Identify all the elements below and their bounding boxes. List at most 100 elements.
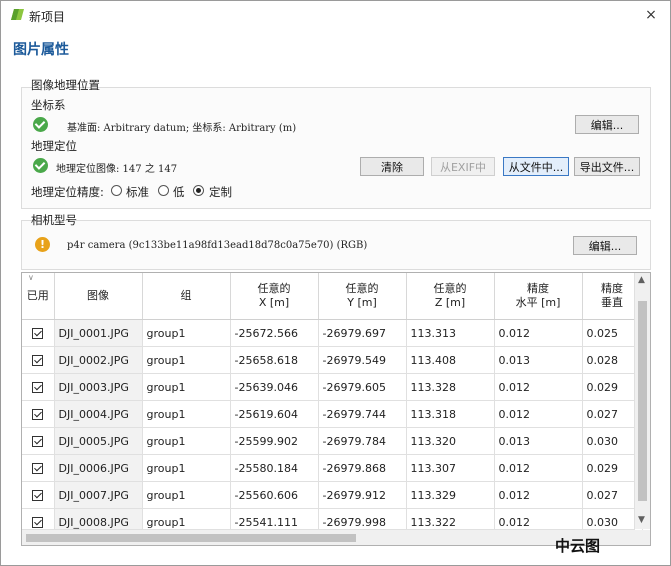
row-enabled-checkbox	[22, 373, 55, 401]
camera-model-value: p4r camera (9c133be11a98fd13ead18d78c0a7…	[67, 240, 368, 251]
table-row[interactable]: DJI_0004.JPG group1 -25619.604 -26979.744 11…	[22, 400, 643, 428]
checkbox[interactable]	[32, 355, 44, 366]
cell-y: -26979.697	[318, 319, 407, 347]
warning-icon: !	[35, 237, 50, 252]
geo-group-title: 图像地理位置	[31, 78, 100, 92]
cell-x: -25599.902	[230, 427, 319, 455]
scroll-down-icon[interactable]: ▼	[638, 515, 645, 525]
table-row[interactable]: DJI_0003.JPG group1 -25639.046 -26979.605 11…	[22, 373, 643, 401]
cell-z: 113.307	[406, 454, 495, 482]
crs-value: 基准面: Arbitrary datum; 坐标系: Arbitrary (m)	[67, 123, 297, 134]
horizontal-scroll-thumb[interactable]	[26, 534, 356, 542]
cell-y: -26979.912	[318, 481, 407, 509]
table-row[interactable]: DJI_0002.JPG group1 -25658.618 -26979.549 11…	[22, 346, 643, 374]
cell-image: DJI_0002.JPG	[54, 346, 143, 374]
geoloc-value: 地理定位图像: 147 之 147	[56, 164, 178, 175]
scroll-up-icon[interactable]: ▲	[638, 275, 645, 285]
cell-image: DJI_0006.JPG	[54, 454, 143, 482]
cell-x: -25639.046	[230, 373, 319, 401]
cell-acc-v: 0.027	[582, 400, 643, 428]
col-header-acc-h[interactable]: 精度 水平 [m]	[494, 273, 583, 320]
col-header-image[interactable]: 图像	[54, 273, 143, 320]
checkbox[interactable]	[32, 409, 44, 420]
camera-group-title: 相机型号	[31, 213, 77, 227]
cell-y: -26979.605	[318, 373, 407, 401]
from-exif-button[interactable]: 从EXIF中	[431, 157, 495, 176]
checkbox[interactable]	[32, 490, 44, 501]
col-header-acc-v[interactable]: 精度 垂直	[582, 273, 643, 320]
watermark: 中云图	[555, 537, 601, 555]
dialog-window: 新项目 × 图片属性 图像地理位置 坐标系 基准面: Arbitrary dat…	[0, 0, 671, 566]
cell-image: DJI_0005.JPG	[54, 427, 143, 455]
checkbox[interactable]	[32, 382, 44, 393]
cell-y: -26979.868	[318, 454, 407, 482]
cell-acc-h: 0.012	[494, 481, 583, 509]
col-header-x[interactable]: 任意的 X [m]	[230, 273, 319, 320]
window-title: 新项目	[29, 10, 66, 24]
col-header-group[interactable]: 组	[142, 273, 231, 320]
accuracy-custom-label: 定制	[209, 185, 232, 199]
camera-edit-button[interactable]: 编辑...	[573, 236, 637, 255]
page-title: 图片属性	[13, 42, 69, 58]
from-file-button[interactable]: 从文件中...	[503, 157, 569, 176]
accuracy-custom-radio[interactable]	[193, 185, 204, 196]
cell-acc-h: 0.012	[494, 373, 583, 401]
accuracy-standard-radio[interactable]	[111, 185, 122, 196]
cell-acc-h: 0.013	[494, 346, 583, 374]
cell-image: DJI_0003.JPG	[54, 373, 143, 401]
cell-z: 113.313	[406, 319, 495, 347]
accuracy-low-radio[interactable]	[158, 185, 169, 196]
col-header-z[interactable]: 任意的 Z [m]	[406, 273, 495, 320]
cell-image: DJI_0007.JPG	[54, 481, 143, 509]
row-enabled-checkbox	[22, 427, 55, 455]
col-header-y[interactable]: 任意的 Y [m]	[318, 273, 407, 320]
accuracy-standard-label: 标准	[126, 185, 149, 199]
table-row[interactable]: DJI_0001.JPG group1 -25672.566 -26979.697 11…	[22, 319, 643, 347]
images-table: ∨ 已用 图像 组 任意的 X [m] 任意的 Y [m] 任意的 Z [m] 精度 水平…	[21, 272, 651, 546]
cell-z: 113.328	[406, 373, 495, 401]
export-file-button[interactable]: 导出文件...	[574, 157, 640, 176]
close-icon[interactable]: ×	[640, 4, 662, 26]
table-header-row: ∨ 已用 图像 组 任意的 X [m] 任意的 Y [m] 任意的 Z [m] 精度 水平…	[22, 273, 643, 320]
images-grid: ∨ 已用 图像 组 任意的 X [m] 任意的 Y [m] 任意的 Z [m] 精度 水平…	[22, 273, 643, 536]
cell-acc-h: 0.013	[494, 427, 583, 455]
accuracy-low-label: 低	[173, 185, 185, 199]
vertical-scrollbar[interactable]: ▲ ▼	[634, 273, 650, 529]
row-enabled-checkbox	[22, 454, 55, 482]
crs-label: 坐标系	[31, 98, 66, 112]
horizontal-scrollbar[interactable]	[22, 529, 635, 545]
cell-acc-v: 0.027	[582, 481, 643, 509]
clear-button[interactable]: 清除	[360, 157, 424, 176]
vertical-scroll-thumb[interactable]	[638, 301, 647, 501]
cell-acc-h: 0.012	[494, 454, 583, 482]
checkbox[interactable]	[32, 328, 44, 339]
checkbox[interactable]	[32, 436, 44, 447]
crs-ok-icon	[33, 117, 48, 132]
cell-z: 113.408	[406, 346, 495, 374]
cell-x: -25560.606	[230, 481, 319, 509]
cell-y: -26979.549	[318, 346, 407, 374]
row-enabled-checkbox	[22, 400, 55, 428]
cell-group: group1	[142, 400, 231, 428]
cell-x: -25658.618	[230, 346, 319, 374]
cell-group: group1	[142, 319, 231, 347]
row-enabled-checkbox	[22, 346, 55, 374]
app-icon	[11, 9, 24, 20]
table-row[interactable]: DJI_0006.JPG group1 -25580.184 -26979.868 11…	[22, 454, 643, 482]
table-row[interactable]: DJI_0007.JPG group1 -25560.606 -26979.912 11…	[22, 481, 643, 509]
checkbox[interactable]	[32, 463, 44, 474]
title-bar: 新项目 ×	[1, 1, 670, 29]
cell-acc-h: 0.012	[494, 319, 583, 347]
col-header-enabled[interactable]: ∨ 已用	[22, 273, 55, 320]
cell-acc-h: 0.012	[494, 400, 583, 428]
sort-icon: ∨	[28, 273, 34, 282]
cell-x: -25672.566	[230, 319, 319, 347]
cell-y: -26979.744	[318, 400, 407, 428]
cell-acc-v: 0.025	[582, 319, 643, 347]
crs-edit-button[interactable]: 编辑...	[575, 115, 639, 134]
checkbox[interactable]	[32, 517, 44, 528]
row-enabled-checkbox	[22, 319, 55, 347]
cell-group: group1	[142, 346, 231, 374]
cell-acc-v: 0.029	[582, 454, 643, 482]
table-row[interactable]: DJI_0005.JPG group1 -25599.902 -26979.784 11…	[22, 427, 643, 455]
